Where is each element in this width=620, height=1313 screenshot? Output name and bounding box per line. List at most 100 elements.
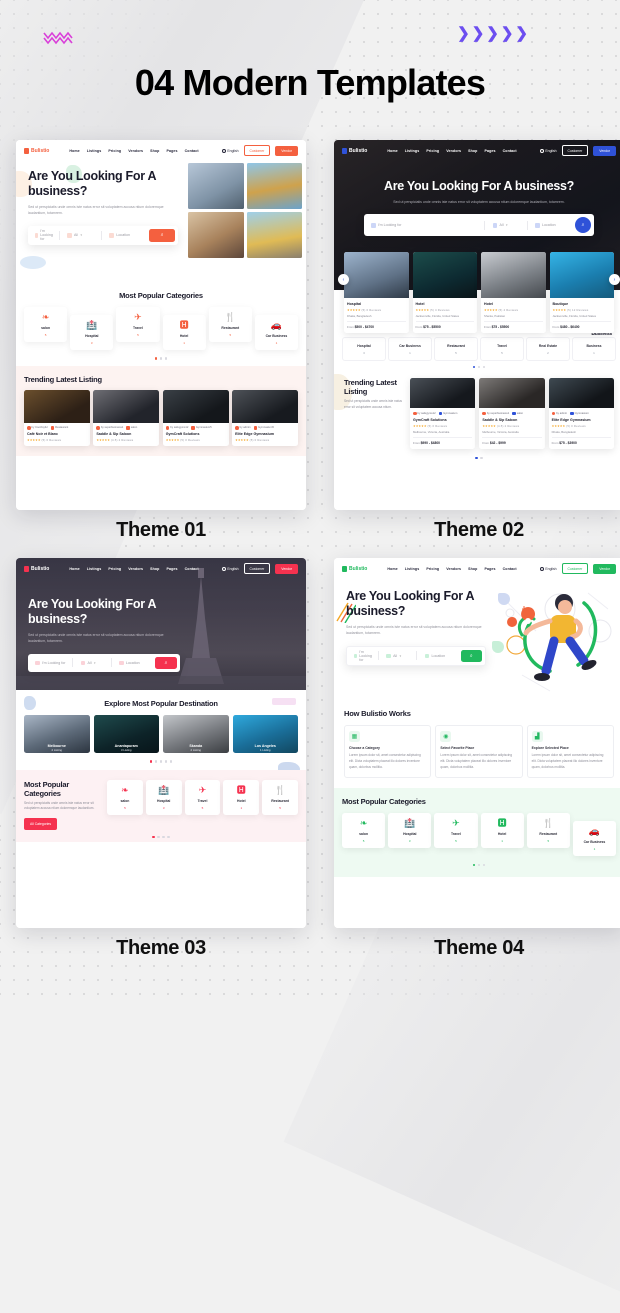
brand-logo[interactable]: Bulistio bbox=[24, 566, 49, 572]
city-card[interactable]: Hospital ★★★★★ (5) 0 Reviews Dhaka, Bang… bbox=[344, 252, 409, 333]
search-category-select[interactable]: All▾ bbox=[63, 233, 97, 238]
category-card[interactable]: 🏥Hospital3 bbox=[70, 315, 113, 350]
search-location-input[interactable]: Location bbox=[421, 654, 457, 659]
carousel-dot[interactable] bbox=[483, 864, 486, 867]
nav-item-contact[interactable]: Contact bbox=[185, 567, 199, 571]
carousel-dot[interactable] bbox=[480, 457, 483, 460]
nav-item-pages[interactable]: Pages bbox=[166, 567, 177, 571]
search-keyword-input[interactable]: I'm Looking for bbox=[31, 229, 55, 241]
category-card[interactable]: ✈Travel5 bbox=[185, 780, 221, 815]
carousel-dot[interactable] bbox=[478, 864, 481, 867]
listing-card[interactable]: by adminGymnasium5 Elite Edge Gymnasium … bbox=[232, 390, 298, 447]
carousel-dots[interactable] bbox=[16, 836, 306, 839]
destination-card[interactable]: Los Angeles1 Listing bbox=[233, 715, 299, 753]
category-card[interactable]: Car Business1 bbox=[388, 337, 432, 361]
carousel-dot[interactable] bbox=[160, 760, 163, 763]
carousel-dot[interactable] bbox=[157, 836, 160, 839]
carousel-dot-active[interactable] bbox=[152, 836, 155, 839]
nav-item-contact[interactable]: Contact bbox=[185, 149, 199, 153]
search-keyword-input[interactable]: I'm Looking for bbox=[350, 650, 374, 662]
nav-item-home[interactable]: Home bbox=[69, 149, 79, 153]
category-card[interactable]: 🅷Hotel1 bbox=[223, 780, 259, 815]
nav-item-listings[interactable]: Listings bbox=[87, 567, 102, 571]
carousel-dot-active[interactable] bbox=[150, 760, 153, 763]
nav-item-home[interactable]: Home bbox=[387, 567, 397, 571]
nav-item-shop[interactable]: Shop bbox=[468, 149, 477, 153]
nav-item-pricing[interactable]: Pricing bbox=[426, 149, 439, 153]
step-card[interactable]: ▦Choose a CategoryLorem ipsum dolor sit,… bbox=[344, 725, 431, 778]
nav-item-pages[interactable]: Pages bbox=[166, 149, 177, 153]
theme-preview-04[interactable]: Bulistio Home Listings Pricing Vendors S… bbox=[334, 558, 620, 928]
language-selector[interactable]: English bbox=[540, 567, 557, 571]
nav-item-vendors[interactable]: Vendors bbox=[128, 149, 143, 153]
listing-card[interactable]: by superbusiness1salon Saddle & Sip Salo… bbox=[479, 378, 544, 449]
theme-preview-01[interactable]: Bulistio Home Listings Pricing Vendors S… bbox=[16, 140, 306, 510]
category-card[interactable]: 🍴Restaurant5 bbox=[527, 813, 570, 848]
nav-item-pages[interactable]: Pages bbox=[484, 149, 495, 153]
search-keyword-input[interactable]: I'm Looking for bbox=[367, 223, 480, 228]
category-card[interactable]: ❧salon5 bbox=[24, 307, 67, 342]
carousel-dot-active[interactable] bbox=[475, 457, 478, 460]
nav-item-contact[interactable]: Contact bbox=[503, 567, 517, 571]
nav-item-listings[interactable]: Listings bbox=[87, 149, 102, 153]
listing-card[interactable]: by CoolJoyfulRestaurant Café Noir et Bla… bbox=[24, 390, 90, 447]
nav-item-home[interactable]: Home bbox=[69, 567, 79, 571]
carousel-dot[interactable] bbox=[160, 357, 163, 360]
nav-item-contact[interactable]: Contact bbox=[503, 149, 517, 153]
destination-card[interactable]: Melbourne2 Listing bbox=[24, 715, 90, 753]
vendor-button[interactable]: Vendor bbox=[593, 146, 616, 156]
vendor-button[interactable]: Vendor bbox=[275, 564, 298, 574]
carousel-dot[interactable] bbox=[165, 760, 168, 763]
language-selector[interactable]: English bbox=[222, 567, 239, 571]
carousel-dots[interactable] bbox=[342, 864, 616, 867]
destination-card[interactable]: Anantapuram3 Listing bbox=[94, 715, 160, 753]
search-location-input[interactable]: Location bbox=[531, 223, 571, 228]
listing-card[interactable]: by safegyms12Gymnasium GymCraft Solution… bbox=[410, 378, 475, 449]
category-card[interactable]: Restaurant5 bbox=[434, 337, 478, 361]
carousel-dot[interactable] bbox=[155, 760, 158, 763]
carousel-dot[interactable] bbox=[162, 836, 165, 839]
category-card[interactable]: 🅷Hotel1 bbox=[481, 813, 524, 848]
category-card[interactable]: 🚗Car Business1 bbox=[255, 315, 298, 350]
brand-logo[interactable]: Bulistio bbox=[342, 566, 367, 572]
nav-item-listings[interactable]: Listings bbox=[405, 149, 420, 153]
theme-preview-02[interactable]: Bulistio Home Listings Pricing Vendors S… bbox=[334, 140, 620, 510]
search-category-select[interactable]: All▾ bbox=[77, 661, 107, 666]
nav-item-listings[interactable]: Listings bbox=[405, 567, 420, 571]
carousel-dots[interactable] bbox=[24, 760, 298, 763]
search-category-select[interactable]: All▾ bbox=[382, 654, 412, 659]
carousel-dot[interactable] bbox=[165, 357, 168, 360]
category-card[interactable]: 🍴Restaurant5 bbox=[262, 780, 298, 815]
carousel-prev-button[interactable]: ‹ bbox=[338, 274, 349, 285]
brand-logo[interactable]: Bulistio bbox=[24, 148, 49, 154]
nav-item-pricing[interactable]: Pricing bbox=[426, 567, 439, 571]
category-card[interactable]: 🏥Hospital3 bbox=[388, 813, 431, 848]
destination-card[interactable]: Skanda2 Listing bbox=[163, 715, 229, 753]
listing-card[interactable]: by superbusiness1salon Saddle & Sip Salo… bbox=[93, 390, 159, 447]
carousel-dot[interactable] bbox=[170, 760, 173, 763]
search-submit-button[interactable]: ⌕ bbox=[575, 217, 591, 233]
customer-button[interactable]: Customer bbox=[244, 145, 271, 156]
theme-preview-03[interactable]: Bulistio Home Listings Pricing Vendors S… bbox=[16, 558, 306, 928]
city-card[interactable]: Hotel ★★★★★ (5) 4 Reviews Jacksonville, … bbox=[413, 252, 478, 333]
step-card[interactable]: ◉Select Favorite PlaceLorem ipsum dolor … bbox=[435, 725, 522, 778]
nav-item-pricing[interactable]: Pricing bbox=[108, 149, 121, 153]
vendor-button[interactable]: Vendor bbox=[275, 146, 298, 156]
nav-item-shop[interactable]: Shop bbox=[468, 567, 477, 571]
search-location-input[interactable]: Location bbox=[115, 661, 151, 666]
category-card[interactable]: ✈Travel5 bbox=[116, 307, 159, 342]
category-card[interactable]: ❧salon5 bbox=[342, 813, 385, 848]
city-card[interactable]: Boutique ★★★★★ (5) 12 Reviews Jacksonvil… bbox=[550, 252, 615, 333]
brand-logo[interactable]: Bulistio bbox=[342, 148, 367, 154]
category-card[interactable]: Hospital3 bbox=[342, 337, 386, 361]
category-card[interactable]: 🚗Car Business1 bbox=[573, 821, 616, 856]
nav-item-vendors[interactable]: Vendors bbox=[446, 149, 461, 153]
category-card[interactable]: ✈Travel5 bbox=[434, 813, 477, 848]
category-card[interactable]: ❧salon5 bbox=[107, 780, 143, 815]
carousel-dots-bottom[interactable] bbox=[334, 457, 620, 460]
carousel-dot-active[interactable] bbox=[473, 864, 476, 867]
search-keyword-input[interactable]: I'm Looking for bbox=[31, 661, 68, 666]
nav-item-vendors[interactable]: Vendors bbox=[128, 567, 143, 571]
category-card[interactable]: Business1 bbox=[572, 337, 616, 361]
language-selector[interactable]: English bbox=[222, 149, 239, 153]
